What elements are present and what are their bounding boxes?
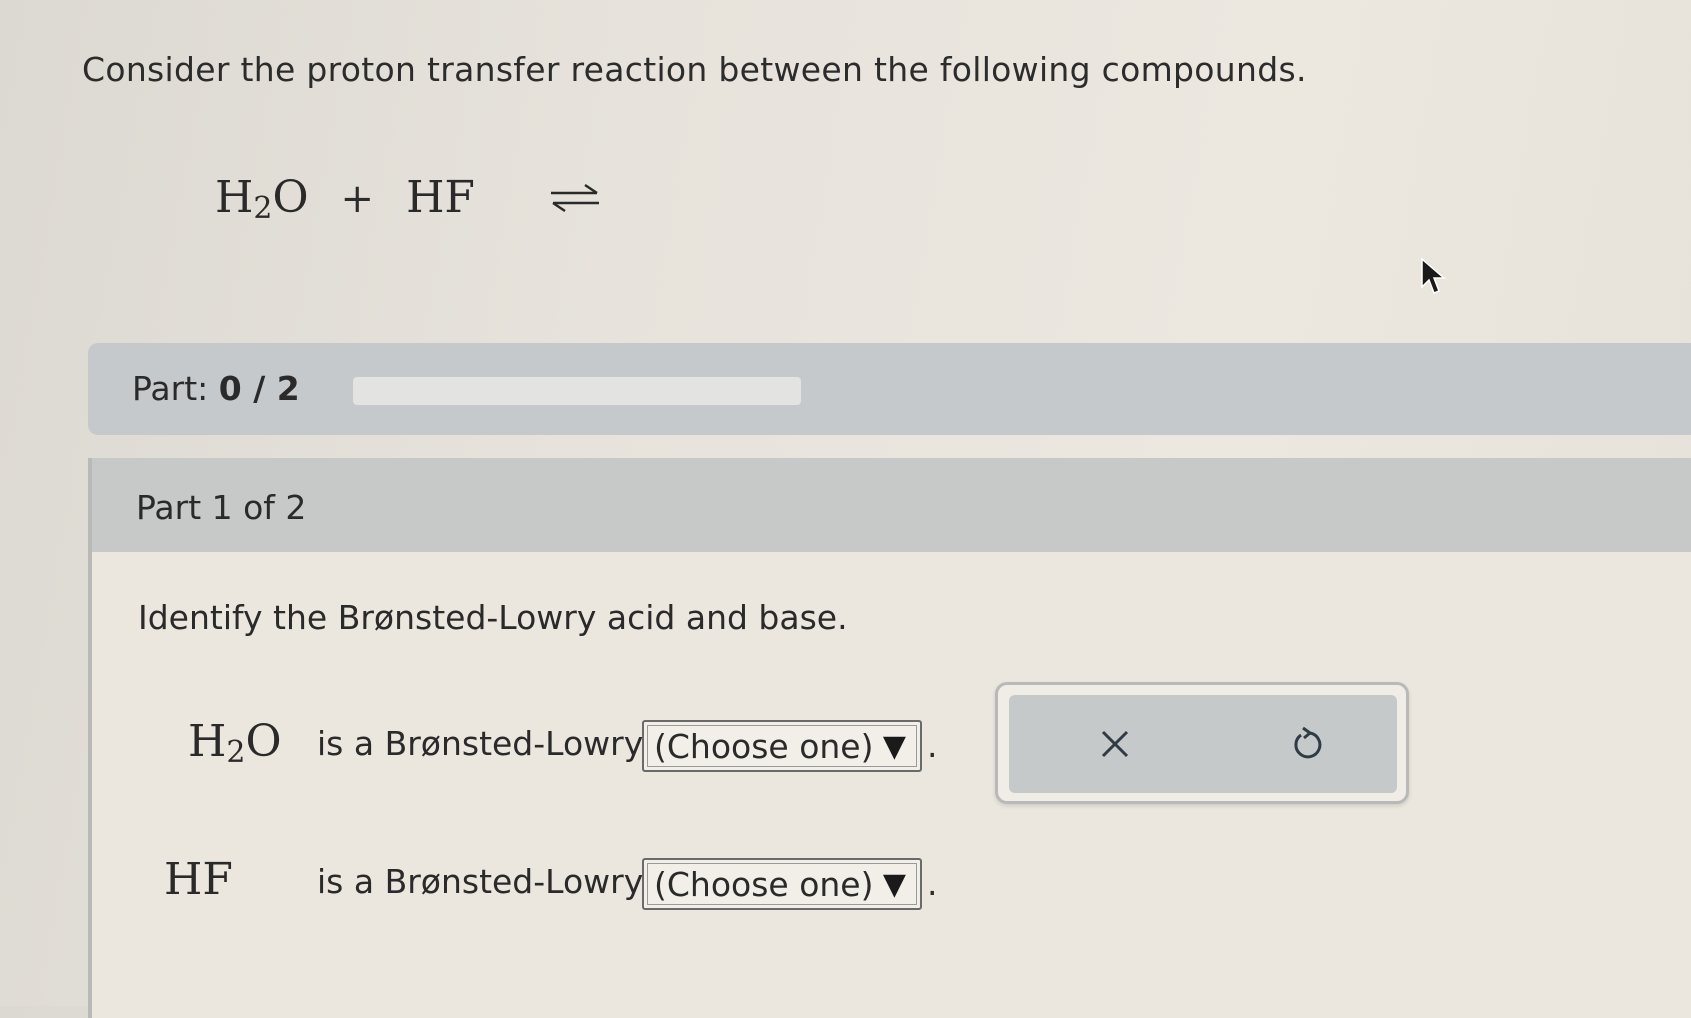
part-title: Part 1 of 2 [136, 488, 307, 527]
part-instruction: Identify the Brønsted-Lowry acid and bas… [138, 598, 848, 637]
part-header: Part 1 of 2 [92, 458, 1691, 552]
dropdown-arrow-icon: ▼ [882, 728, 906, 764]
select-value: (Choose one) [654, 864, 874, 904]
plus-sign: + [340, 176, 375, 222]
part-panel: Part 1 of 2 Identify the Brønsted-Lowry … [88, 458, 1691, 1018]
answer-actions-bar [1009, 695, 1397, 793]
row-period: . [927, 726, 938, 765]
dropdown-arrow-icon: ▼ [882, 866, 906, 902]
reactant-hf: HF [406, 172, 475, 223]
select-value: (Choose one) [654, 726, 874, 766]
row-compound-hf: HF [164, 854, 233, 905]
equilibrium-arrows-icon [550, 183, 599, 212]
row-period: . [927, 864, 938, 903]
row-compound-water: H2O [188, 716, 282, 770]
row-label: is a Brønsted-Lowry [317, 724, 644, 763]
progress-bar: Part: 0 / 2 [88, 343, 1691, 435]
acid-base-select-hf[interactable]: (Choose one) ▼ [642, 858, 922, 910]
answer-actions-card [995, 682, 1409, 804]
undo-icon [1294, 726, 1322, 759]
progress-label: Part: 0 / 2 [132, 369, 300, 408]
progress-track [353, 377, 801, 405]
mouse-cursor-icon [1421, 257, 1447, 294]
question-text: Consider the proton transfer reaction be… [82, 50, 1307, 89]
reaction-equation: H2O + HF [215, 172, 603, 226]
close-icon [1101, 730, 1129, 758]
reset-button[interactable] [1284, 720, 1332, 768]
acid-base-select-water[interactable]: (Choose one) ▼ [642, 720, 922, 772]
row-label: is a Brønsted-Lowry [317, 862, 644, 901]
clear-button[interactable] [1091, 720, 1139, 768]
progress-value: 0 / 2 [218, 369, 300, 408]
reactant-water: H2O [215, 172, 309, 226]
